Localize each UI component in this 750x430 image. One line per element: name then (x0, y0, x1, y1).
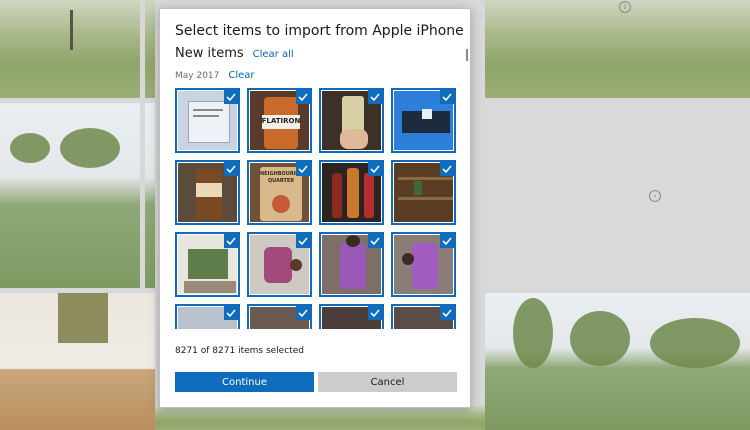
dialog-title: Select items to import from Apple iPhone (175, 23, 464, 39)
thumbnail[interactable] (319, 304, 384, 329)
date-group-header: May 2017 Clear (175, 70, 255, 81)
thumbnail[interactable] (319, 88, 384, 153)
background-photo (0, 103, 140, 288)
background-photo (145, 0, 155, 98)
date-group-label: May 2017 (175, 71, 220, 81)
thumbnail[interactable] (247, 232, 312, 297)
checkmark-icon (296, 162, 310, 176)
checkmark-icon (440, 234, 454, 248)
checkmark-icon (368, 234, 382, 248)
thumbnail[interactable] (175, 88, 240, 153)
import-dialog: Select items to import from Apple iPhone… (159, 8, 471, 408)
thumbnail[interactable] (175, 304, 240, 329)
checkmark-icon (440, 90, 454, 104)
thumbnail-label: FLATIRON (261, 117, 301, 125)
checkmark-icon (296, 90, 310, 104)
thumbnail[interactable] (391, 232, 456, 297)
background-photo: i (485, 0, 750, 98)
checkmark-icon (224, 234, 238, 248)
checkmark-icon (440, 162, 454, 176)
scrollbar-thumb[interactable] (466, 49, 468, 61)
thumbnail[interactable] (391, 160, 456, 225)
clear-group-link[interactable]: Clear (228, 70, 254, 81)
checkmark-icon (368, 306, 382, 320)
thumbnail[interactable] (175, 232, 240, 297)
background-photo (0, 293, 155, 430)
checkmark-icon (368, 90, 382, 104)
cancel-button[interactable]: Cancel (318, 372, 457, 392)
continue-button[interactable]: Continue (175, 372, 314, 392)
background-photo (155, 406, 485, 430)
checkmark-icon (296, 234, 310, 248)
background-photo (145, 103, 155, 288)
background-photo (485, 293, 750, 430)
thumbnail[interactable] (319, 232, 384, 297)
thumbnail[interactable] (247, 304, 312, 329)
checkmark-icon (296, 306, 310, 320)
thumbnail[interactable] (319, 160, 384, 225)
checkmark-icon (224, 162, 238, 176)
new-items-heading: New items (175, 46, 244, 61)
clear-all-link[interactable]: Clear all (253, 49, 294, 60)
thumbnail[interactable]: FLATIRON (247, 88, 312, 153)
checkmark-icon (224, 306, 238, 320)
thumbnail[interactable] (391, 304, 456, 329)
background-photo: › (485, 103, 750, 288)
new-items-row: New items Clear all (175, 46, 294, 61)
checkmark-icon (440, 306, 454, 320)
checkmark-icon (224, 90, 238, 104)
thumbnail-grid: FLATIRON NEIGHBOURHOOD QUARTER (175, 88, 463, 329)
selection-status: 8271 of 8271 items selected (175, 346, 304, 356)
background-photo (0, 0, 140, 98)
checkmark-icon (368, 162, 382, 176)
thumbnail[interactable] (175, 160, 240, 225)
thumbnail[interactable] (391, 88, 456, 153)
thumbnail[interactable]: NEIGHBOURHOOD QUARTER (247, 160, 312, 225)
